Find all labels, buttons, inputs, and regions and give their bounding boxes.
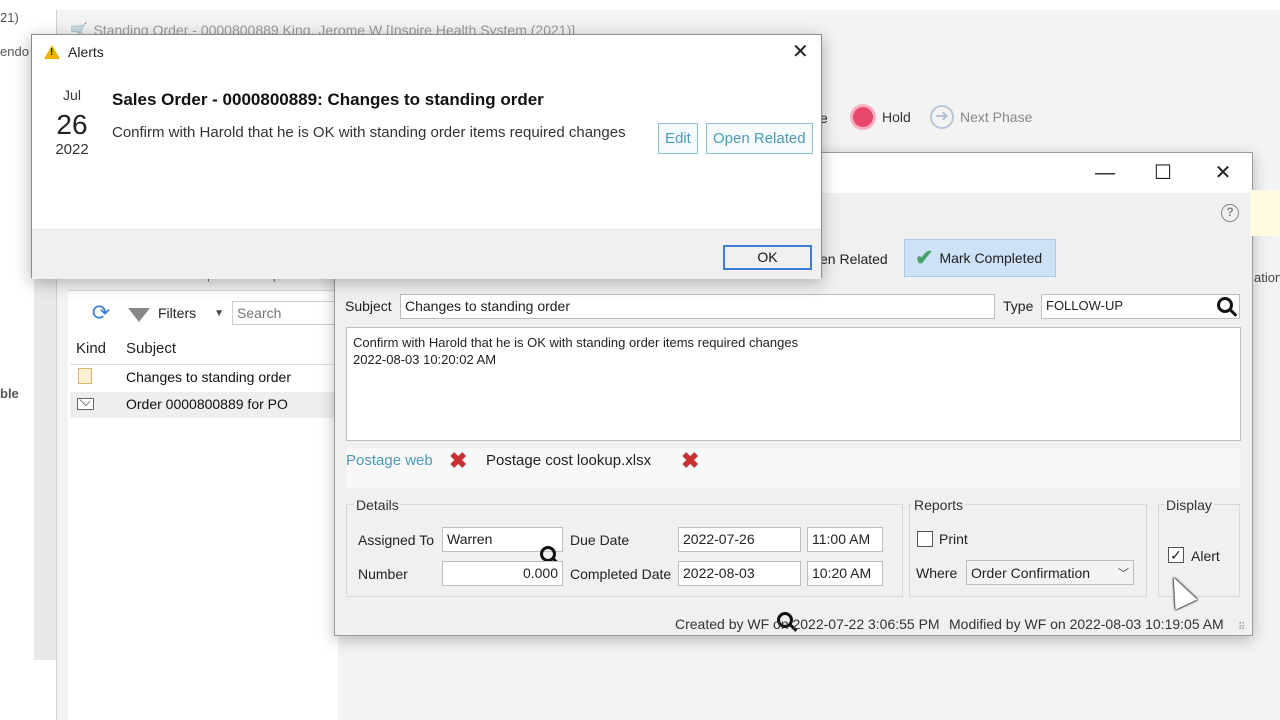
list-toolbar: ⟳ Filters ▼ xyxy=(76,296,343,330)
background-left-text-2: endo xyxy=(0,44,29,59)
minimize-icon[interactable]: — xyxy=(1085,159,1125,187)
alerts-footer: OK xyxy=(32,229,821,279)
hold-label: Hold xyxy=(882,109,911,125)
next-phase-label: Next Phase xyxy=(960,109,1033,125)
where-select[interactable]: Order Confirmation ﹀ xyxy=(966,560,1134,585)
filter-icon xyxy=(128,308,150,322)
list-item[interactable]: Changes to standing order xyxy=(126,369,291,385)
close-icon[interactable]: ✕ xyxy=(1203,159,1243,187)
due-date-field[interactable]: 2022-07-26 xyxy=(678,527,801,552)
alert-year: 2022 xyxy=(55,141,89,158)
filters-button[interactable]: Filters ▼ xyxy=(128,304,224,322)
resize-grip-icon[interactable]: ⠿ xyxy=(1238,622,1245,633)
mark-completed-button[interactable]: ✔ Mark Completed xyxy=(904,239,1056,277)
column-header-subject[interactable]: Subject xyxy=(126,340,176,357)
created-info: Created by WF on 2022-07-22 3:06:55 PM xyxy=(675,616,940,632)
search-icon[interactable] xyxy=(1217,297,1233,313)
maximize-icon[interactable]: ☐ xyxy=(1143,159,1183,187)
notes-textarea[interactable]: Confirm with Harold that he is OK with s… xyxy=(346,327,1241,441)
header-divider xyxy=(70,364,336,365)
completed-date-label: Completed Date xyxy=(570,566,672,582)
alert-day: 26 xyxy=(56,109,88,140)
alert-label: Alert xyxy=(1191,548,1220,564)
display-title: Display xyxy=(1164,497,1214,513)
open-related-button[interactable]: en Related xyxy=(820,251,888,267)
edit-button[interactable]: Edit xyxy=(658,123,698,154)
completed-date-field[interactable]: 2022-08-03 xyxy=(678,561,801,586)
reports-title: Reports xyxy=(912,497,966,513)
background-left-text-1: 21) xyxy=(0,10,19,25)
remove-attachment-icon[interactable]: ✖ xyxy=(449,450,467,472)
list-item[interactable]: Order 0000800889 for PO xyxy=(126,396,288,412)
note-icon xyxy=(78,368,92,384)
attachment-link[interactable]: Postage web xyxy=(346,452,433,469)
notes-line-1: Confirm with Harold that he is OK with s… xyxy=(353,335,799,350)
details-title: Details xyxy=(354,497,401,513)
search-icon[interactable] xyxy=(540,546,556,562)
alerts-titlebar: ! Alerts ✕ xyxy=(32,35,821,69)
alert-message: Confirm with Harold that he is OK with s… xyxy=(112,124,626,141)
chevron-down-icon: ﹀ xyxy=(1118,567,1129,580)
subject-field[interactable]: Changes to standing order xyxy=(400,294,995,319)
search-input[interactable] xyxy=(232,301,343,325)
notes-line-2: 2022-08-03 10:20:02 AM xyxy=(353,352,497,367)
column-header-kind[interactable]: Kind xyxy=(76,340,106,357)
alerts-dialog: ! Alerts ✕ Jul 26 2022 Sales Order - 000… xyxy=(31,34,822,279)
where-label: Where xyxy=(916,565,958,581)
type-field[interactable]: FOLLOW-UP xyxy=(1041,294,1240,319)
print-label: Print xyxy=(939,531,968,547)
hold-button[interactable]: Hold xyxy=(850,104,911,130)
number-field[interactable]: 0.000 xyxy=(442,561,563,586)
next-phase-button[interactable]: ➔ Next Phase xyxy=(930,105,1032,129)
remove-attachment-icon[interactable]: ✖ xyxy=(681,450,699,472)
tasks-list-pane xyxy=(68,290,338,720)
warning-icon: ! xyxy=(44,45,60,59)
right-partial-label: ation xyxy=(1254,270,1280,285)
filters-label: Filters xyxy=(158,305,197,321)
print-checkbox[interactable] xyxy=(917,531,933,547)
attachments-row xyxy=(346,448,1240,488)
number-label: Number xyxy=(358,566,408,582)
help-icon[interactable]: ? xyxy=(1221,204,1239,222)
subject-label: Subject xyxy=(345,298,392,314)
chevron-down-icon[interactable]: ▼ xyxy=(214,308,224,319)
attachment-file[interactable]: Postage cost lookup.xlsx xyxy=(486,452,651,469)
background-yellow-band xyxy=(1250,190,1280,236)
ok-button[interactable]: OK xyxy=(723,245,812,270)
hold-icon xyxy=(850,104,876,130)
open-related-button[interactable]: Open Related xyxy=(706,123,813,154)
background-left-text-3: ble xyxy=(0,386,19,401)
check-icon: ✔ xyxy=(915,245,934,270)
mark-completed-label: Mark Completed xyxy=(939,250,1043,266)
type-label: Type xyxy=(1003,298,1034,314)
alert-list-space xyxy=(32,207,821,229)
modified-info: Modified by WF on 2022-08-03 10:19:05 AM xyxy=(949,616,1224,632)
envelope-icon xyxy=(77,394,94,410)
completed-time-field[interactable]: 10:20 AM xyxy=(807,561,883,586)
alert-title: Sales Order - 0000800889: Changes to sta… xyxy=(112,90,544,109)
alert-month: Jul xyxy=(63,87,81,103)
refresh-icon[interactable]: ⟳ xyxy=(90,302,112,324)
alerts-title: Alerts xyxy=(68,44,104,60)
where-value: Order Confirmation xyxy=(971,564,1091,581)
due-date-label: Due Date xyxy=(570,532,630,548)
assigned-to-label: Assigned To xyxy=(358,532,435,548)
arrow-right-icon: ➔ xyxy=(930,105,954,129)
due-time-field[interactable]: 11:00 AM xyxy=(807,527,883,552)
alert-item: Jul 26 2022 Sales Order - 0000800889: Ch… xyxy=(32,69,821,207)
alert-checkbox[interactable]: ✓ xyxy=(1168,547,1184,563)
close-icon[interactable]: ✕ xyxy=(792,39,809,64)
